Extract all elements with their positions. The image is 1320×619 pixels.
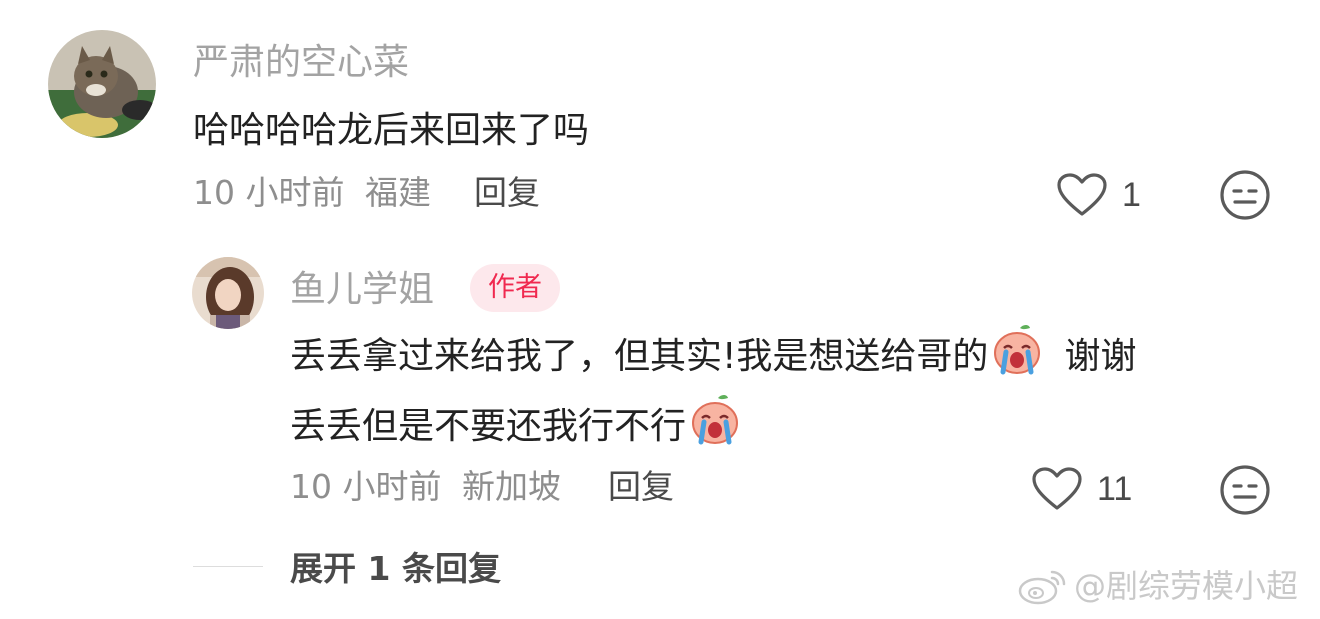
commenter-username[interactable]: 严肃的空心菜 <box>193 43 409 83</box>
comment-thread: 严肃的空心菜 哈哈哈哈龙后来回来了吗 10 小时前 福建 回复 1 鱼儿学姐 作… <box>0 0 1320 619</box>
comment-like-count: 1 <box>1122 176 1141 214</box>
weibo-logo-icon <box>1018 570 1066 605</box>
reply-text-part1: 丢丢拿过来给我了，但其实!我是想送给哥的 <box>290 336 989 377</box>
reply-time: 10 小时前 <box>290 467 442 506</box>
comment-meta: 10 小时前 福建 <box>193 173 431 213</box>
reply-author-avatar[interactable] <box>192 257 264 329</box>
reply-author-username[interactable]: 鱼儿学姐 <box>290 270 434 310</box>
author-badge: 作者 <box>470 264 560 312</box>
reply-reply-button[interactable]: 回复 <box>608 467 674 507</box>
comment-like-button[interactable]: 1 <box>1056 172 1141 218</box>
comment-reply-button[interactable]: 回复 <box>474 173 540 213</box>
watermark-text: @剧综劳模小超 <box>1074 567 1299 605</box>
expand-divider <box>193 566 263 567</box>
crying-emoji-icon <box>688 392 742 470</box>
heart-outline-icon <box>1032 467 1082 510</box>
reply-text-line2-content: 丢丢但是不要还我行不行 <box>290 406 687 447</box>
reply-like-button[interactable]: 11 <box>1031 466 1132 512</box>
reply-text-line1: 丢丢拿过来给我了，但其实!我是想送给哥的 谢谢 <box>290 322 1136 400</box>
reply-like-count: 11 <box>1097 470 1133 508</box>
reply-text-part2: 谢谢 <box>1064 336 1137 377</box>
meh-face-icon <box>1220 465 1270 515</box>
heart-outline-icon <box>1057 173 1107 216</box>
watermark: @剧综劳模小超 <box>1018 566 1298 606</box>
girl-avatar-icon <box>192 257 264 329</box>
crying-emoji-icon <box>990 322 1044 400</box>
expand-replies-button[interactable]: 展开 1 条回复 <box>290 549 501 589</box>
meh-face-icon <box>1220 170 1270 220</box>
reply-meta: 10 小时前 新加坡 <box>290 467 561 507</box>
comment-dislike-button[interactable] <box>1219 169 1271 225</box>
comment-location: 福建 <box>364 173 431 212</box>
cat-avatar-icon <box>48 30 156 138</box>
reply-location: 新加坡 <box>461 467 561 506</box>
commenter-avatar[interactable] <box>48 30 156 138</box>
reply-text-line2: 丢丢但是不要还我行不行 <box>290 392 744 470</box>
comment-time: 10 小时前 <box>193 173 345 212</box>
reply-dislike-button[interactable] <box>1219 464 1271 520</box>
comment-text: 哈哈哈哈龙后来回来了吗 <box>193 110 590 151</box>
